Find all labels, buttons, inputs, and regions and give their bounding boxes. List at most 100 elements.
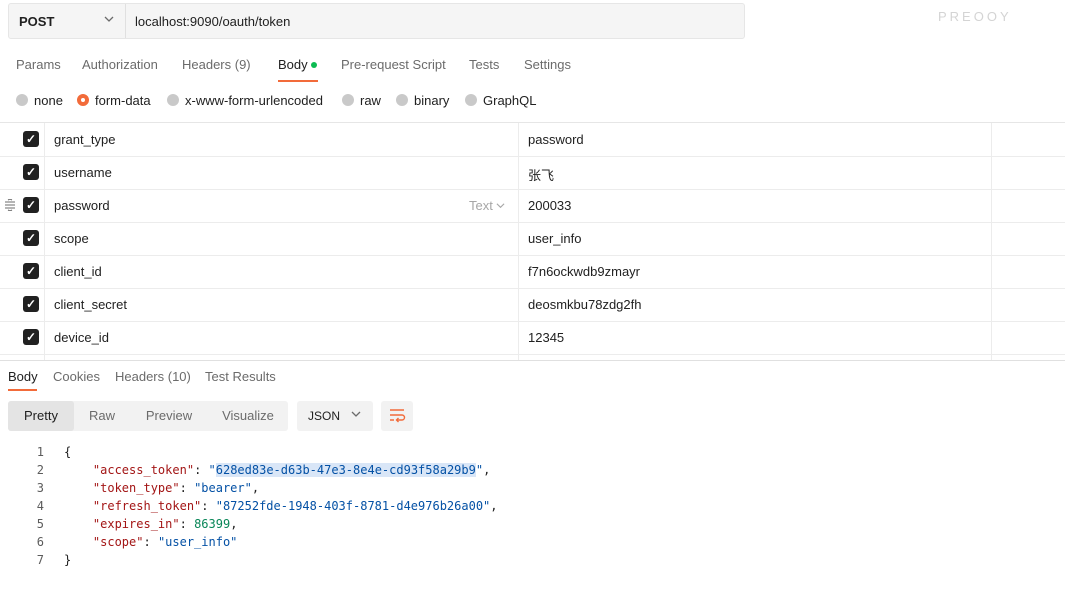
language-label: JSON [308,409,341,423]
param-value[interactable]: 200033 [528,198,571,213]
active-tab-indicator [278,80,318,82]
param-key[interactable]: username [54,165,112,180]
radio-icon [342,94,354,106]
table-row: ✓ grant_type password [0,123,1065,157]
response-tab-test-results[interactable]: Test Results [205,369,276,384]
response-tab-headers[interactable]: Headers (10) [115,369,191,384]
param-key[interactable]: device_id [54,330,109,345]
response-tab-cookies[interactable]: Cookies [53,369,100,384]
checkbox-checked-icon[interactable]: ✓ [23,131,39,147]
radio-icon [465,94,477,106]
param-type-select[interactable]: Text [469,198,505,213]
chevron-down-icon [103,13,115,28]
code-line: "access_token": "628ed83e-d63b-47e3-8e4e… [92,463,491,477]
format-preview[interactable]: Preview [136,401,202,431]
chevron-down-icon [496,203,505,209]
table-row: ✓ client_id f7n6ockwdb9zmayr [0,255,1065,289]
table-row: ✓ username 张飞 [0,156,1065,190]
radio-icon [396,94,408,106]
wrap-lines-icon [390,409,406,423]
table-row: ✓ client_secret deosmkbu78zdg2fh [0,288,1065,322]
code-line: "refresh_token": "87252fde-1948-403f-878… [92,499,498,513]
tab-pre-request-script[interactable]: Pre-request Script [341,57,446,83]
json-number: 86399 [194,517,231,531]
param-value[interactable]: f7n6ockwdb9zmayr [528,264,640,279]
checkbox-checked-icon[interactable]: ✓ [23,230,39,246]
radio-icon [167,94,179,106]
code-line: } [64,553,71,567]
url-input[interactable]: localhost:9090/oauth/token [135,14,290,29]
format-pretty[interactable]: Pretty [8,401,74,431]
language-select[interactable]: JSON [297,401,373,431]
param-value[interactable]: user_info [528,231,581,246]
radio-label: x-www-form-urlencoded [185,93,323,108]
param-key[interactable]: scope [54,231,89,246]
json-key: "expires_in" [92,517,180,531]
body-modified-dot [311,62,317,68]
line-number: 3 [36,481,44,495]
param-value[interactable]: password [528,132,584,147]
table-row: ✓ device_id 12345 [0,321,1065,355]
checkbox-checked-icon[interactable]: ✓ [23,263,39,279]
json-string-selected: 628ed83e-d63b-47e3-8e4e-cd93f58a29b9 [215,463,476,477]
line-number: 5 [36,517,44,531]
json-string: "user_info" [157,535,238,549]
tab-tests[interactable]: Tests [469,57,499,83]
line-number: 1 [36,445,44,459]
param-value[interactable]: deosmkbu78zdg2fh [528,297,641,312]
table-row: ✓ password Text 200033 [0,189,1065,223]
checkbox-checked-icon[interactable]: ✓ [23,164,39,180]
drag-handle-icon[interactable] [4,198,16,214]
json-key: "refresh_token" [92,499,202,513]
format-raw[interactable]: Raw [78,401,126,431]
radio-label: GraphQL [483,93,537,108]
code-line: "expires_in": 86399, [92,517,238,531]
radio-label: binary [414,93,450,108]
json-key: "scope" [92,535,144,549]
tab-headers[interactable]: Headers (9) [182,57,251,83]
param-type-label: Text [469,198,493,213]
json-brace: } [64,553,72,567]
method-label: POST [19,14,55,29]
param-key[interactable]: client_secret [54,297,127,312]
tab-params[interactable]: Params [16,57,61,83]
form-data-table: ✓ grant_type password ✓ username 张飞 ✓ pa… [0,122,1065,361]
table-row: ✓ scope user_info [0,222,1065,256]
format-visualize[interactable]: Visualize [212,401,284,431]
radio-icon [16,94,28,106]
response-divider[interactable] [0,360,1065,361]
line-number: 6 [36,535,44,549]
json-string: "bearer" [194,481,252,495]
param-key[interactable]: password [54,198,110,213]
json-key: "token_type" [92,481,180,495]
tab-settings[interactable]: Settings [524,57,571,83]
chevron-down-icon [350,408,362,423]
radio-label: form-data [95,93,151,108]
checkbox-checked-icon[interactable]: ✓ [23,329,39,345]
param-key[interactable]: client_id [54,264,102,279]
param-value[interactable]: 12345 [528,330,564,345]
radio-selected-icon [77,94,89,106]
line-number: 4 [36,499,44,513]
response-tab-body[interactable]: Body [8,369,38,384]
param-key[interactable]: grant_type [54,132,115,147]
format-toggle-group: Pretty Raw Preview Visualize [8,401,288,431]
top-right-text: PREOOY [938,9,1012,24]
wrap-lines-button[interactable] [381,401,413,431]
code-line: "scope": "user_info" [92,535,238,549]
checkbox-checked-icon[interactable]: ✓ [23,197,39,213]
json-brace: { [64,445,72,459]
json-key: "access_token" [92,463,195,477]
tab-authorization[interactable]: Authorization [82,57,158,83]
radio-label: raw [360,93,381,108]
method-select[interactable]: POST [9,4,126,38]
line-number: 7 [36,553,44,567]
param-value[interactable]: 张飞 [528,165,554,184]
json-string: "87252fde-1948-403f-8781-d4e976b26a00" [215,499,491,513]
checkbox-checked-icon[interactable]: ✓ [23,296,39,312]
active-response-tab-indicator [8,389,37,391]
url-bar: POST localhost:9090/oauth/token [8,3,745,39]
line-number: 2 [36,463,44,477]
code-line: { [64,445,71,459]
code-line: "token_type": "bearer", [92,481,260,495]
